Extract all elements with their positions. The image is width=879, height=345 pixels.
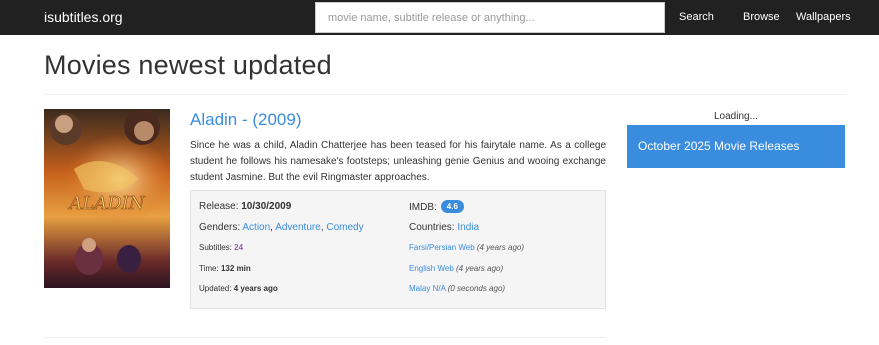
subtitle-link-farsi[interactable]: Farsi/Persian Web [409,243,475,252]
subtitles-count-row: Subtitles: 24 [199,243,243,252]
subtitle-entry: Farsi/Persian Web (4 years ago) [409,243,524,252]
page-title: Movies newest updated [44,50,332,80]
subtitles-count: 24 [234,243,244,252]
movie-title-link[interactable]: Aladin - (2009) [190,110,302,130]
genre-link-comedy[interactable]: Comedy [326,222,363,233]
time-row: Time: 132 min [199,264,251,273]
genre-link-adventure[interactable]: Adventure [275,222,321,233]
site-logo-link[interactable]: isubtitles.org [44,9,123,25]
release-row: Release: 10/30/2009 [199,201,291,212]
subtitle-age: (0 seconds ago) [447,284,506,293]
nav-wallpapers-link[interactable]: Wallpapers [796,11,851,23]
release-value: 10/30/2009 [241,201,292,212]
subtitle-age: (4 years ago) [476,243,525,252]
nav-browse-link[interactable]: Browse [743,11,780,23]
search-box [315,2,665,33]
loading-indicator: Loading... [714,111,758,122]
imdb-rating-badge: 4.6 [440,200,464,213]
top-navbar: isubtitles.org Search Browse Wallpapers [0,0,879,35]
imdb-label: IMDB: [409,202,437,213]
genres-row: Genders: Action, Adventure, Comedy [199,222,364,233]
subtitle-link-english[interactable]: English Web [409,264,454,273]
countries-label: Countries: [409,222,455,233]
genders-label: Genders: [199,222,241,233]
movie-releases-banner[interactable]: October 2025 Movie Releases [627,125,845,168]
countries-row: Countries: India [409,222,479,233]
updated-row: Updated: 4 years ago [199,284,278,293]
updated-value: 4 years ago [233,284,278,293]
movie-info-panel: Release: 10/30/2009 IMDB: 4.6 Genders: Ac… [190,190,606,309]
country-link[interactable]: India [457,222,479,233]
poster-title-art: ALADIN [67,193,145,214]
movie-description: Since he was a child, Aladin Chatterjee … [190,140,606,183]
time-value: 132 min [220,264,251,273]
search-input[interactable] [316,3,664,32]
subtitle-link-malay[interactable]: Malay N/A [409,284,445,293]
divider [44,337,606,338]
divider [44,94,845,95]
subtitle-entry: English Web (4 years ago) [409,264,503,273]
nav-search-link[interactable]: Search [679,11,714,23]
genre-link-action[interactable]: Action [242,222,270,233]
imdb-row: IMDB: 4.6 [409,200,464,213]
movie-poster[interactable]: ALADIN [44,109,170,288]
subtitle-age: (4 years ago) [456,264,504,273]
updated-label: Updated: [199,284,232,293]
subtitle-entry: Malay N/A (0 seconds ago) [409,284,505,293]
release-label: Release: [199,201,239,212]
time-label: Time: [199,264,219,273]
subtitles-label: Subtitles: [199,243,232,252]
